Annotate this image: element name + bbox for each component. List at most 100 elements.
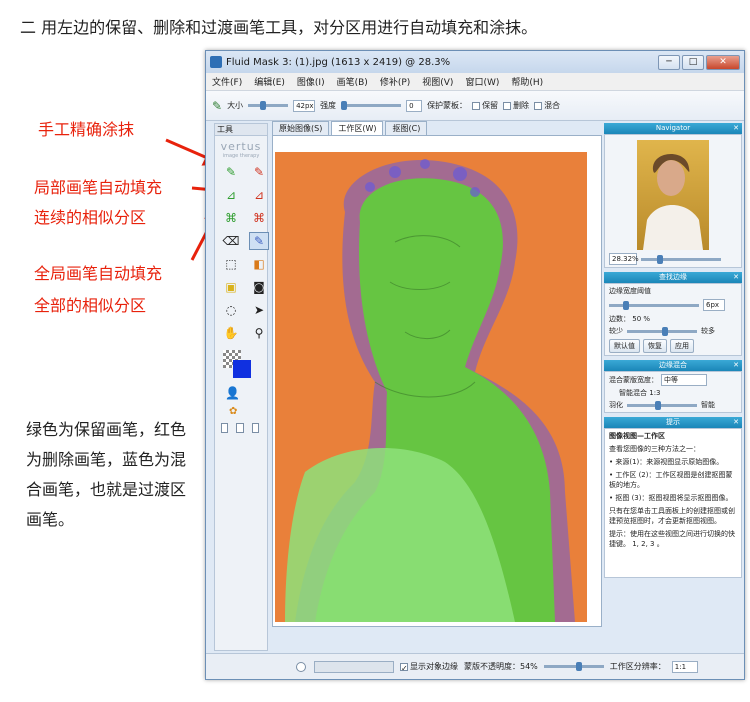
blend-close-icon[interactable]: ✕ [733, 360, 739, 371]
zoom-icon[interactable]: ⚲ [249, 324, 269, 342]
workspace-image [275, 152, 587, 622]
blend-panel: 混合蒙版宽度： 中等 智能混合 1:3 羽化 智能 [604, 371, 742, 413]
feather-slider[interactable] [627, 400, 697, 410]
vertus-logo: vertus image therapy [220, 140, 262, 159]
patch-icon[interactable]: ▣ [221, 278, 241, 296]
minimize-button[interactable]: ─ [658, 54, 680, 70]
navigator-header: Navigator ✕ [604, 123, 742, 134]
size-slider[interactable] [248, 101, 289, 110]
arrow-pointer-icon[interactable]: ➤ [249, 301, 269, 319]
apply-button[interactable]: 应用 [670, 339, 694, 353]
app-icon [210, 56, 222, 68]
opacity-slider[interactable] [543, 662, 604, 671]
feather-label: 羽化 [609, 401, 623, 409]
menu-brush[interactable]: 画笔(B) [331, 75, 374, 88]
portrait-icon[interactable]: 👤 [225, 386, 257, 400]
color-swatch-icon[interactable] [223, 350, 253, 380]
edge-width-input[interactable]: 6px [703, 299, 725, 311]
maximize-button[interactable]: □ [682, 54, 704, 70]
view-mode-2-icon[interactable] [236, 423, 244, 433]
blend-ratio-value: 1:3 [649, 389, 661, 397]
lasso-icon[interactable]: ◌ [221, 301, 241, 319]
blend-mode-label: 混合蒙版宽度： [609, 376, 658, 384]
edge-width-label: 边缘宽度阈值 [609, 287, 651, 295]
strength-input[interactable]: 0 [406, 99, 423, 112]
menu-image[interactable]: 图像(I) [291, 75, 331, 88]
hint-line: 只有在您单击工具面板上的创建抠图或创建预览抠图时，才会更新抠图视图。 [609, 507, 735, 525]
edge-count-slider[interactable] [627, 326, 697, 336]
menu-patch[interactable]: 修补(P) [374, 75, 416, 88]
zoom-slider[interactable] [641, 254, 721, 264]
size-label: 大小 [227, 101, 244, 110]
size-input[interactable]: 42px [293, 99, 316, 112]
hint-line: • 工作区 (2)：工作区视图是创建抠图蒙板的地方。 [609, 471, 733, 489]
blend-brush-icon[interactable]: ✎ [249, 232, 269, 250]
hand-icon[interactable]: ✋ [221, 324, 241, 342]
menu-view[interactable]: 视图(V) [416, 75, 459, 88]
edge-count-label: 边数： [609, 315, 630, 323]
edge-count-value: 50 % [632, 315, 651, 323]
menu-window[interactable]: 窗口(W) [459, 75, 505, 88]
tab-workspace[interactable]: 工作区(W) [331, 121, 384, 135]
progress-bar [314, 660, 394, 673]
fill-icon[interactable]: ◧ [249, 255, 269, 273]
menu-help[interactable]: 帮助(H) [505, 75, 549, 88]
stop-icon[interactable] [296, 661, 306, 672]
blend-header: 边缘混合 ✕ [604, 360, 742, 371]
hint-panel: 图像视图—工作区 查看您图像的三种方法之一： • 来源(1)：来源视图显示原始图… [604, 428, 742, 578]
tab-source[interactable]: 原始图像(S) [272, 121, 330, 135]
zoom-input[interactable]: 28.32% [609, 253, 639, 265]
title-bar: Fluid Mask 3: (1).jpg (1613 x 2419) @ 28… [206, 51, 744, 73]
resolution-select[interactable]: 1:1 [671, 660, 698, 673]
hint-line: • 抠图 (3)：抠图视图将显示抠图图像。 [609, 494, 733, 502]
view-mode-1-icon[interactable] [221, 423, 229, 433]
navigator-thumbnail[interactable] [637, 140, 709, 250]
hint-heading: 图像视图—工作区 [609, 432, 665, 440]
eraser-icon[interactable]: ⌫ [221, 232, 241, 250]
protect-keep[interactable]: 保留 [472, 100, 498, 111]
show-edges-checkbox[interactable]: ✓ 显示对象边缘 [400, 661, 458, 673]
right-panels: Navigator ✕ 28.32% 查找边缘 ✕ 边缘宽度阈值 6px 边数： 5… [604, 123, 742, 651]
keep-global-fill-icon[interactable]: ⌘ [221, 209, 241, 227]
tool-panel: 工具 vertus image therapy ✎ ✎ ⊿ ⊿ ⌘ ⌘ ⌫ ✎ ⬚… [214, 123, 269, 651]
workspace-canvas[interactable] [272, 135, 602, 627]
tab-cutout[interactable]: 抠图(C) [385, 121, 428, 135]
window-title: Fluid Mask 3: (1).jpg (1613 x 2419) @ 28… [226, 56, 451, 68]
strength-label: 强度 [320, 101, 337, 110]
delete-brush-icon[interactable]: ✎ [249, 163, 269, 181]
blend-mode-select[interactable]: 中等 [661, 374, 707, 386]
edge-panel: 边缘宽度阈值 6px 边数： 50 % 较少 较多 默认值 恢复 应用 [604, 283, 742, 356]
restore-button[interactable]: 恢复 [643, 339, 667, 353]
edge-less-label: 较少 [609, 327, 623, 335]
opacity-label: 蒙版不透明度：54% [464, 662, 538, 671]
delete-local-fill-icon[interactable]: ⊿ [249, 186, 269, 204]
brush-settings-icon[interactable]: ✿ [229, 406, 253, 417]
delete-global-fill-icon[interactable]: ⌘ [249, 209, 269, 227]
keep-local-fill-icon[interactable]: ⊿ [221, 186, 241, 204]
protect-delete[interactable]: 删除 [503, 100, 529, 111]
menu-bar: 文件(F) 编辑(E) 图像(I) 画笔(B) 修补(P) 视图(V) 窗口(W… [206, 73, 744, 91]
brush-toolbar: ✎ 大小 42px 强度 0 保护蒙板： 保留 删除 混合 [206, 91, 744, 121]
protect-blend[interactable]: 混合 [534, 100, 560, 111]
edge-width-slider[interactable] [609, 300, 699, 310]
select-rect-icon[interactable]: ⬚ [221, 255, 241, 273]
mask-overlay [285, 159, 575, 622]
hint-header: 提示 ✕ [604, 417, 742, 428]
view-tabs: 原始图像(S) 工作区(W) 抠图(C) [272, 121, 429, 135]
strength-slider[interactable] [341, 101, 402, 110]
edge-close-icon[interactable]: ✕ [733, 272, 739, 283]
menu-edit[interactable]: 编辑(E) [248, 75, 291, 88]
close-button[interactable]: ✕ [706, 54, 740, 70]
hint-close-icon[interactable]: ✕ [733, 417, 739, 428]
navigator-close-icon[interactable]: ✕ [733, 123, 739, 134]
blend-ratio-label: 智能混合 [619, 389, 647, 397]
camera-icon[interactable]: ◙ [249, 278, 269, 296]
default-button[interactable]: 默认值 [609, 339, 640, 353]
view-mode-group [221, 423, 261, 433]
app-window: Fluid Mask 3: (1).jpg (1613 x 2419) @ 28… [205, 50, 745, 680]
view-mode-3-icon[interactable] [251, 423, 259, 433]
hint-line: 提示：使用在这些视图之间进行切换的快捷键。 1, 2, 3 。 [609, 530, 735, 548]
keep-brush-icon[interactable]: ✎ [221, 163, 241, 181]
smart-label: 智能 [701, 401, 715, 409]
menu-file[interactable]: 文件(F) [206, 75, 248, 88]
